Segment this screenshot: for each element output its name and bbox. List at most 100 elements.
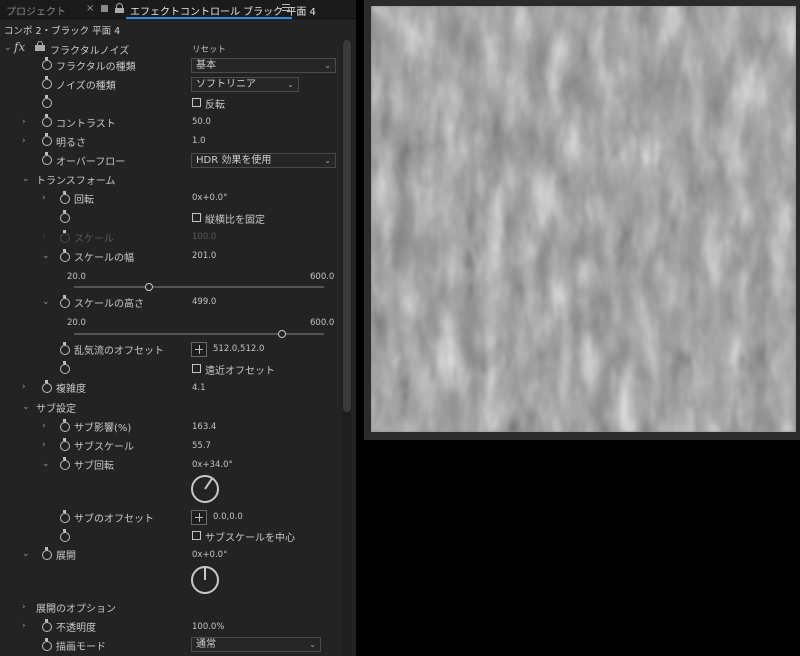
overflow-select[interactable]: HDR 効果を使用 ⌄	[191, 153, 336, 168]
chevron-down-icon[interactable]: ⌄	[42, 459, 50, 469]
uniform-scaling-label: 縦横比を固定	[205, 215, 265, 226]
sub-settings-group-label: サブ設定	[36, 404, 76, 415]
chevron-down-icon[interactable]: ⌄	[22, 549, 30, 559]
scale-height-slider-handle[interactable]	[277, 330, 286, 338]
chevron-right-icon[interactable]: ›	[22, 621, 26, 631]
contrast-label: コントラスト	[56, 119, 116, 130]
scale-height-value[interactable]: 499.0	[192, 297, 216, 307]
sub-rotation-value[interactable]: 0x+34.0°	[192, 460, 233, 470]
chevron-right-icon[interactable]: ›	[22, 136, 26, 146]
crosshair-icon[interactable]	[191, 342, 207, 357]
comp-breadcrumb: コンポ 2・ブラック 平面 4	[4, 26, 121, 37]
panel-menu-icon[interactable]	[282, 4, 290, 12]
stopwatch-icon[interactable]	[42, 133, 52, 146]
chevron-right-icon: ›	[42, 232, 46, 242]
chevron-down-icon[interactable]: ⌄	[22, 402, 30, 412]
crosshair-icon[interactable]	[191, 510, 207, 525]
transform-group-label: トランスフォーム	[36, 176, 116, 187]
stopwatch-icon[interactable]	[42, 380, 52, 393]
brightness-label: 明るさ	[56, 138, 86, 149]
stopwatch-icon	[60, 230, 70, 243]
stopwatch-icon[interactable]	[60, 438, 70, 451]
tab-project[interactable]: プロジェクト	[6, 3, 66, 18]
chevron-right-icon[interactable]: ›	[42, 440, 46, 450]
stopwatch-icon[interactable]	[42, 76, 52, 89]
effect-name: フラクタルノイズ	[50, 46, 130, 57]
fractal-type-label: フラクタルの種類	[56, 62, 136, 73]
stopwatch-icon[interactable]	[42, 57, 52, 70]
center-subscale-label: サブスケールを中心	[205, 533, 295, 544]
sub-rotation-dial[interactable]	[191, 475, 219, 503]
tab-bar: プロジェクト × エフェクトコントロール ブラック 平面 4	[0, 0, 356, 19]
complexity-label: 複雑度	[56, 384, 86, 395]
scale-width-slider-handle[interactable]	[145, 283, 153, 291]
stopwatch-icon[interactable]	[42, 547, 52, 560]
stopwatch-icon[interactable]	[42, 114, 52, 127]
scale-width-min: 20.0	[67, 272, 86, 282]
rotation-value[interactable]: 0x+0.0°	[192, 193, 227, 203]
fractal-noise-preview[interactable]	[371, 6, 796, 432]
active-tab-indicator	[126, 17, 292, 19]
evolution-label: 展開	[56, 551, 76, 562]
chevron-down-icon[interactable]: ⌄	[42, 297, 50, 307]
complexity-value[interactable]: 4.1	[192, 383, 206, 393]
invert-checkbox[interactable]	[192, 98, 201, 107]
chevron-right-icon[interactable]: ›	[22, 117, 26, 127]
lock-icon[interactable]	[115, 3, 124, 13]
scale-height-max: 600.0	[310, 318, 335, 328]
stopwatch-icon[interactable]	[60, 249, 70, 262]
sub-scaling-label: サブスケール	[74, 442, 134, 453]
chevron-right-icon[interactable]: ›	[42, 421, 46, 431]
chevron-right-icon[interactable]: ›	[42, 193, 46, 203]
stopwatch-icon[interactable]	[60, 529, 70, 542]
evolution-options-label: 展開のオプション	[36, 604, 116, 615]
sub-scaling-value[interactable]: 55.7	[192, 441, 211, 451]
opacity-value[interactable]: 100.0%	[192, 622, 224, 632]
scale-width-slider-track[interactable]	[74, 286, 324, 288]
chevron-right-icon[interactable]: ›	[22, 602, 26, 612]
evolution-dial[interactable]	[191, 566, 219, 594]
opacity-label: 不透明度	[56, 623, 96, 634]
sub-offset-label: サブのオフセット	[74, 514, 154, 525]
noise-type-label: ノイズの種類	[56, 81, 116, 92]
stopwatch-icon[interactable]	[42, 619, 52, 632]
evolution-value[interactable]: 0x+0.0°	[192, 550, 227, 560]
scale-width-value[interactable]: 201.0	[192, 251, 216, 261]
fx-icon[interactable]: fx	[14, 40, 25, 54]
reset-link[interactable]: リセット	[192, 43, 226, 55]
stopwatch-icon[interactable]	[60, 342, 70, 355]
scale-height-slider-track[interactable]	[74, 333, 324, 335]
stopwatch-icon[interactable]	[42, 95, 52, 108]
stopwatch-icon[interactable]	[60, 210, 70, 223]
sub-influence-value[interactable]: 163.4	[192, 422, 216, 432]
scrollbar-thumb[interactable]	[343, 40, 351, 412]
perspective-offset-checkbox[interactable]	[192, 364, 201, 373]
stopwatch-icon[interactable]	[60, 361, 70, 374]
scale-width-max: 600.0	[310, 272, 335, 282]
chevron-down-icon[interactable]: ⌄	[42, 251, 50, 261]
noise-type-select[interactable]: ソフトリニア ⌄	[191, 77, 299, 92]
center-subscale-checkbox[interactable]	[192, 531, 201, 540]
stopwatch-icon[interactable]	[42, 638, 52, 651]
sub-offset-value[interactable]: 0.0,0.0	[213, 512, 243, 522]
stopwatch-icon[interactable]	[60, 295, 70, 308]
brightness-value[interactable]: 1.0	[192, 136, 206, 146]
stopwatch-icon[interactable]	[60, 191, 70, 204]
chevron-down-icon[interactable]: ⌄	[22, 174, 30, 184]
offset-turbulence-value[interactable]: 512.0,512.0	[213, 344, 264, 354]
chevron-down-icon[interactable]: ⌄	[4, 43, 12, 53]
blending-mode-label: 描画モード	[56, 642, 106, 653]
close-tab-icon[interactable]: ×	[86, 3, 94, 14]
uniform-scaling-checkbox[interactable]	[192, 213, 201, 222]
stopwatch-icon[interactable]	[42, 152, 52, 165]
effect-lock-icon	[35, 41, 45, 51]
offset-turbulence-label: 乱気流のオフセット	[74, 346, 164, 357]
stopwatch-icon[interactable]	[60, 457, 70, 470]
rotation-label: 回転	[74, 195, 94, 206]
contrast-value[interactable]: 50.0	[192, 117, 211, 127]
fractal-type-select[interactable]: 基本 ⌄	[191, 58, 336, 73]
blending-mode-select[interactable]: 通常 ⌄	[191, 637, 321, 652]
stopwatch-icon[interactable]	[60, 510, 70, 523]
chevron-right-icon[interactable]: ›	[22, 382, 26, 392]
stopwatch-icon[interactable]	[60, 419, 70, 432]
